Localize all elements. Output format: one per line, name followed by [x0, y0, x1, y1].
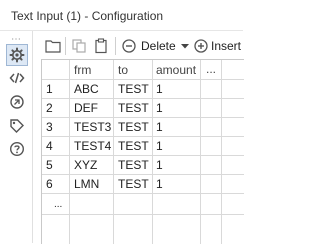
paste-icon[interactable] — [92, 37, 110, 55]
cell-to[interactable]: TEST — [118, 99, 149, 117]
toolbar-separator — [65, 37, 66, 55]
cell-frm[interactable]: LMN — [74, 175, 99, 193]
data-grid: frm to amount ... 1 ABC TEST 1 2 DEF TES… — [41, 59, 244, 244]
cell-amount[interactable]: 1 — [156, 118, 163, 136]
minus-circle-icon[interactable] — [120, 37, 138, 55]
grid-row-line — [42, 193, 244, 194]
column-header-frm[interactable]: frm — [74, 61, 91, 79]
side-rail: ⋯ — [0, 31, 33, 243]
delete-button[interactable]: Delete — [141, 39, 176, 53]
cell-amount[interactable]: 1 — [156, 137, 163, 155]
cell-to[interactable]: TEST — [118, 175, 149, 193]
row-number: 2 — [46, 101, 53, 115]
add-row-placeholder[interactable]: ... — [54, 196, 62, 214]
rail-divider — [32, 31, 33, 243]
chevron-down-icon[interactable] — [180, 37, 190, 55]
switch-icon[interactable] — [7, 92, 27, 112]
title-bar: Text Input (1) - Configuration — [0, 0, 243, 30]
row-number: 1 — [46, 82, 53, 96]
grid-column-line — [200, 60, 201, 244]
cell-to[interactable]: TEST — [118, 80, 149, 98]
cell-frm[interactable]: DEF — [74, 99, 98, 117]
cell-amount[interactable]: 1 — [156, 156, 163, 174]
cell-frm[interactable]: TEST3 — [74, 118, 111, 136]
row-number: 5 — [46, 158, 53, 172]
cell-to[interactable]: TEST — [118, 118, 149, 136]
row-number: 6 — [46, 177, 53, 191]
row-number: 4 — [46, 139, 53, 153]
grid-column-line — [113, 60, 114, 244]
grid-column-line — [152, 60, 153, 244]
plus-circle-icon[interactable] — [192, 37, 210, 55]
copy-icon[interactable] — [70, 37, 88, 55]
grid-column-line — [221, 60, 222, 244]
column-header-more[interactable]: ... — [206, 60, 216, 78]
toolbar-separator — [115, 37, 116, 55]
tag-icon[interactable] — [7, 116, 27, 136]
folder-icon[interactable] — [44, 37, 62, 55]
cell-frm[interactable]: TEST4 — [74, 137, 111, 155]
cell-frm[interactable]: ABC — [74, 80, 99, 98]
cell-amount[interactable]: 1 — [156, 80, 163, 98]
cell-to[interactable]: TEST — [118, 137, 149, 155]
cell-to[interactable]: TEST — [118, 156, 149, 174]
grid-column-line — [69, 60, 70, 244]
insert-button[interactable]: Insert — [211, 39, 241, 53]
cell-amount[interactable]: 1 — [156, 99, 163, 117]
row-number: 3 — [46, 120, 53, 134]
column-header-amount[interactable]: amount — [156, 61, 196, 79]
window-title: Text Input (1) - Configuration — [11, 9, 164, 23]
gear-icon[interactable] — [6, 44, 28, 66]
toolbar: Delete Insert — [41, 33, 243, 59]
code-icon[interactable] — [7, 68, 27, 88]
help-icon[interactable] — [7, 139, 27, 159]
title-divider — [0, 30, 243, 31]
grid-row-line — [42, 214, 244, 215]
cell-frm[interactable]: XYZ — [74, 156, 97, 174]
cell-amount[interactable]: 1 — [156, 175, 163, 193]
column-header-to[interactable]: to — [118, 61, 128, 79]
